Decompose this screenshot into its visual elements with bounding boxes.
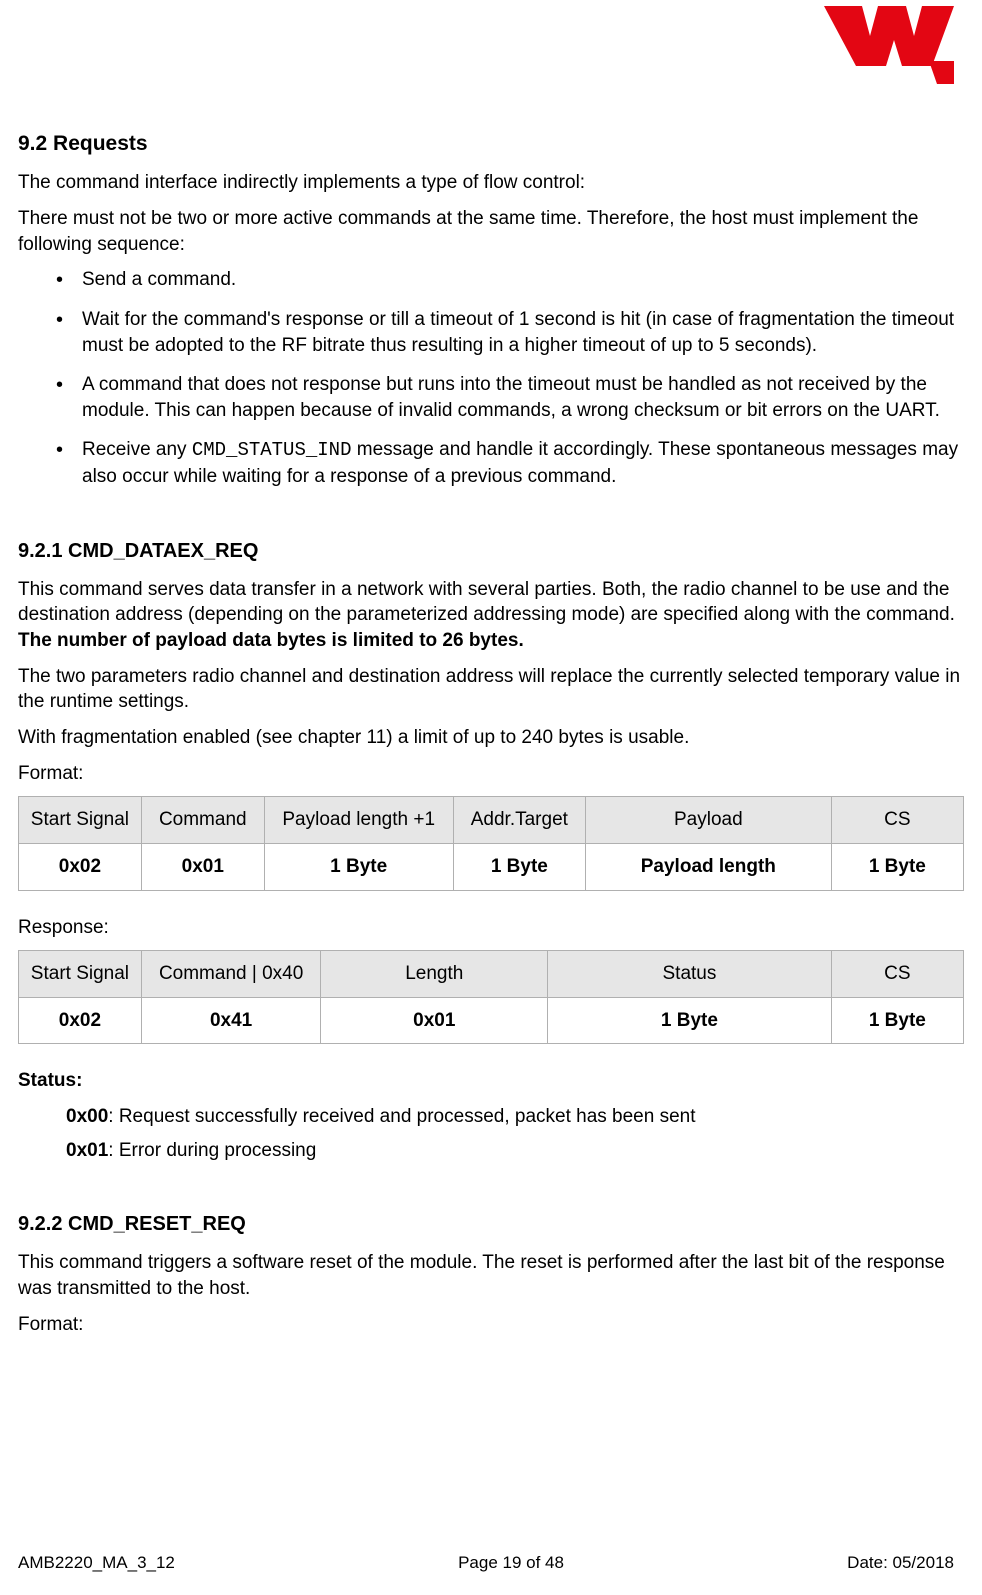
subsection-heading: 9.2.1 CMD_DATAEX_REQ (18, 538, 964, 565)
response-table: Start Signal Command | 0x40 Length Statu… (18, 950, 964, 1044)
status-block: Status: 0x00: Request successfully recei… (18, 1068, 964, 1163)
table-header-cell: Payload length +1 (264, 797, 453, 844)
table-cell: 0x01 (141, 843, 264, 890)
table-row: 0x02 0x01 1 Byte 1 Byte Payload length 1… (19, 843, 964, 890)
page-content: 9.2 Requests The command interface indir… (18, 0, 964, 1337)
table-header-cell: Start Signal (19, 951, 142, 998)
format-table: Start Signal Command Payload length +1 A… (18, 796, 964, 890)
response-label: Response: (18, 915, 964, 941)
section-heading: 9.2 Requests (18, 130, 964, 158)
list-item: A command that does not response but run… (56, 372, 964, 423)
list-item: Receive any CMD_STATUS_IND message and h… (56, 437, 964, 489)
status-item: 0x00: Request successfully received and … (66, 1104, 964, 1130)
table-cell: 0x41 (141, 997, 321, 1044)
status-item: 0x01: Error during processing (66, 1138, 964, 1164)
table-cell: 0x02 (19, 997, 142, 1044)
table-cell: 1 Byte (548, 997, 832, 1044)
format-label: Format: (18, 761, 964, 787)
status-label: Status: (18, 1068, 964, 1094)
table-cell: 1 Byte (831, 843, 963, 890)
status-code: 0x00 (66, 1106, 108, 1127)
footer-page-number: Page 19 of 48 (458, 1552, 564, 1575)
page-footer: AMB2220_MA_3_12 Page 19 of 48 Date: 05/2… (18, 1552, 954, 1575)
subsection-heading: 9.2.2 CMD_RESET_REQ (18, 1211, 964, 1238)
list-item-text: Receive any (82, 439, 192, 460)
footer-date: Date: 05/2018 (847, 1552, 954, 1575)
body-text: With fragmentation enabled (see chapter … (18, 725, 964, 751)
table-header-cell: Addr.Target (453, 797, 585, 844)
table-cell: 1 Byte (453, 843, 585, 890)
bullet-list: Send a command. Wait for the command's r… (18, 267, 964, 489)
table-cell: 0x01 (321, 997, 548, 1044)
table-cell: Payload length (585, 843, 831, 890)
list-item: Wait for the command's response or till … (56, 307, 964, 358)
table-header-cell: CS (831, 951, 963, 998)
brand-logo (824, 6, 954, 92)
table-header-cell: Command | 0x40 (141, 951, 321, 998)
table-cell: 0x02 (19, 843, 142, 890)
table-row: Start Signal Command | 0x40 Length Statu… (19, 951, 964, 998)
table-cell: 1 Byte (831, 997, 963, 1044)
list-item: Send a command. (56, 267, 964, 293)
table-header-cell: Length (321, 951, 548, 998)
body-text: This command serves data transfer in a n… (18, 577, 964, 654)
body-text: The two parameters radio channel and des… (18, 664, 964, 715)
footer-doc-id: AMB2220_MA_3_12 (18, 1552, 175, 1575)
body-text: The command interface indirectly impleme… (18, 170, 964, 196)
table-header-cell: Command (141, 797, 264, 844)
table-header-cell: CS (831, 797, 963, 844)
table-header-cell: Status (548, 951, 832, 998)
body-span: This command serves data transfer in a n… (18, 579, 955, 626)
body-text: This command triggers a software reset o… (18, 1250, 964, 1301)
table-header-cell: Start Signal (19, 797, 142, 844)
inline-code: CMD_STATUS_IND (192, 439, 352, 461)
format-label: Format: (18, 1312, 964, 1338)
table-row: Start Signal Command Payload length +1 A… (19, 797, 964, 844)
body-span-bold: The number of payload data bytes is limi… (18, 630, 524, 651)
status-text: : Error during processing (108, 1140, 316, 1161)
table-header-cell: Payload (585, 797, 831, 844)
status-code: 0x01 (66, 1140, 108, 1161)
body-text: There must not be two or more active com… (18, 206, 964, 257)
table-row: 0x02 0x41 0x01 1 Byte 1 Byte (19, 997, 964, 1044)
table-cell: 1 Byte (264, 843, 453, 890)
status-text: : Request successfully received and proc… (108, 1106, 695, 1127)
